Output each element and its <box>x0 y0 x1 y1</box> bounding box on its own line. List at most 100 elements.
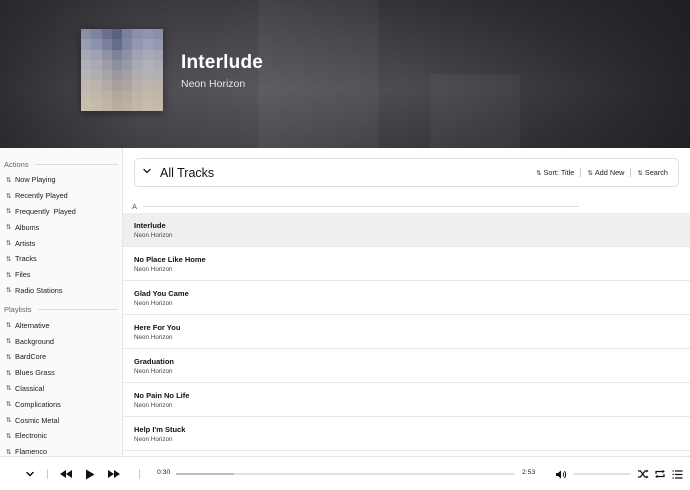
album-art-pixel <box>152 80 163 91</box>
album-art-pixel <box>142 39 153 50</box>
sidebar-section-heading: Actions <box>4 159 29 169</box>
progress-slider[interactable] <box>176 473 515 475</box>
sidebar-item-artists[interactable]: ⇅ Artists <box>0 235 122 251</box>
album-art-pixel <box>152 49 163 60</box>
sort-arrows-icon: ⇅ <box>536 169 542 177</box>
divider <box>580 168 582 177</box>
track-artist: Neon Horizon <box>134 402 173 409</box>
sidebar-item-classical[interactable]: ⇅ Classical <box>0 381 122 397</box>
sort-arrows-icon: ⇅ <box>6 417 12 425</box>
sort-arrows-icon: ⇅ <box>6 369 12 377</box>
track-artist: Neon Horizon <box>134 266 173 273</box>
track-row[interactable]: No Pain No Life Neon Horizon <box>123 383 690 417</box>
sort-arrows-icon: ⇅ <box>6 401 12 409</box>
track-title: Help I'm Stuck <box>134 425 186 434</box>
track-row[interactable]: Help I'm Stuck Neon Horizon <box>123 417 690 451</box>
sidebar-section-playlists: Playlists <box>0 301 122 317</box>
sort-arrows-icon: ⇅ <box>6 385 12 393</box>
sidebar-item-label: Alternative <box>15 320 50 330</box>
volume-icon[interactable] <box>554 457 568 490</box>
sidebar-item-electronic[interactable]: ⇅ Electronic <box>0 428 122 444</box>
track-row[interactable]: Interlude Neon Horizon <box>123 213 690 247</box>
sidebar-item-label: Tracks <box>15 254 37 264</box>
album-art-pixel <box>111 59 122 70</box>
divider <box>47 469 48 479</box>
album-art-pixel <box>101 100 112 111</box>
sort-button[interactable]: ⇅ Sort: Title <box>536 168 574 177</box>
track-artist: Neon Horizon <box>134 436 173 443</box>
album-art-pixel <box>152 59 163 70</box>
track-artist: Neon Horizon <box>134 232 173 239</box>
section-letter-header: A <box>132 201 579 211</box>
section-letter: A <box>132 201 138 211</box>
sidebar-section-heading: Playlists <box>4 304 32 314</box>
album-art-pixel <box>101 39 112 50</box>
sidebar-item-recently-played[interactable]: ⇅ Recently Played <box>0 188 122 204</box>
now-playing-artist[interactable]: Neon Horizon <box>181 78 245 90</box>
sort-arrows-icon: ⇅ <box>6 240 12 248</box>
sort-arrows-icon: ⇅ <box>6 176 12 184</box>
search-button[interactable]: ⇅ Search <box>637 168 668 177</box>
sidebar-item-flamenco[interactable]: ⇅ Flamenco <box>0 444 122 456</box>
album-art-pixel <box>111 39 122 50</box>
album-art-pixel <box>122 49 133 60</box>
chevron-down-icon[interactable] <box>142 166 154 179</box>
sidebar-item-now-playing[interactable]: ⇅ Now Playing <box>0 172 122 188</box>
track-title: No Pain No Life <box>134 391 190 400</box>
play-icon[interactable] <box>82 457 98 490</box>
sidebar-item-blues-grass[interactable]: ⇅ Blues Grass <box>0 365 122 381</box>
shuffle-icon[interactable] <box>636 457 650 490</box>
sidebar-playlists-list: ⇅ Alternative ⇅ Background ⇅ BardCore ⇅ Blues G… <box>0 317 122 456</box>
previous-icon[interactable] <box>57 457 75 490</box>
album-art-pixel <box>132 70 143 81</box>
queue-list-icon[interactable] <box>670 457 684 490</box>
sidebar-item-tracks[interactable]: ⇅ Tracks <box>0 251 122 267</box>
track-row[interactable]: Glad You Came Neon Horizon <box>123 281 690 315</box>
sidebar-item-frequently-played[interactable]: ⇅ Frequently Played <box>0 204 122 220</box>
sidebar-item-label: Files <box>15 270 31 280</box>
album-art-pixel <box>111 29 122 40</box>
album-art-pixel <box>91 59 102 70</box>
sort-arrows-icon: ⇅ <box>6 338 12 346</box>
album-art-pixel <box>152 29 163 40</box>
track-artist: Neon Horizon <box>134 368 173 375</box>
add-new-button[interactable]: ⇅ Add New <box>587 168 624 177</box>
sidebar: Actions ⇅ Now Playing ⇅ Recently Played ⇅ Fre… <box>0 148 123 456</box>
sort-arrows-icon: ⇅ <box>587 169 593 177</box>
sort-arrows-icon: ⇅ <box>6 255 12 263</box>
player-bar: 0:30 2:53 <box>0 456 690 490</box>
track-row[interactable]: No Place Like Home Neon Horizon <box>123 247 690 281</box>
sidebar-item-complications[interactable]: ⇅ Complications <box>0 396 122 412</box>
sidebar-item-radio-stations[interactable]: ⇅ Radio Stations <box>0 283 122 299</box>
chevron-down-icon[interactable] <box>22 457 38 490</box>
sidebar-item-cosmic-metal[interactable]: ⇅ Cosmic Metal <box>0 412 122 428</box>
album-art-pixel <box>132 90 143 101</box>
sidebar-item-background[interactable]: ⇅ Background <box>0 333 122 349</box>
next-icon[interactable] <box>105 457 123 490</box>
sidebar-item-files[interactable]: ⇅ Files <box>0 267 122 283</box>
search-button-label: Search <box>644 168 668 177</box>
sidebar-item-alternative[interactable]: ⇅ Alternative <box>0 317 122 333</box>
sort-arrows-icon: ⇅ <box>6 224 12 232</box>
album-art-pixel <box>91 100 102 111</box>
sidebar-item-bardcore[interactable]: ⇅ BardCore <box>0 349 122 365</box>
album-art-pixel <box>91 80 102 91</box>
track-artist: Neon Horizon <box>134 300 173 307</box>
album-art-pixel <box>142 100 153 111</box>
album-art-pixel <box>122 70 133 81</box>
album-art-pixel <box>142 80 153 91</box>
album-art-pixel <box>111 100 122 111</box>
album-art-pixel <box>142 29 153 40</box>
album-art-pixel <box>91 49 102 60</box>
track-row[interactable]: Graduation Neon Horizon <box>123 349 690 383</box>
track-list: Interlude Neon Horizon No Place Like Home N… <box>123 213 690 451</box>
album-art-pixel <box>81 90 92 101</box>
repeat-icon[interactable] <box>653 457 667 490</box>
divider <box>630 168 632 177</box>
header-backdrop-band <box>258 0 378 148</box>
sidebar-section-actions: Actions <box>0 156 122 172</box>
sidebar-item-albums[interactable]: ⇅ Albums <box>0 219 122 235</box>
volume-slider[interactable] <box>573 473 631 475</box>
track-row[interactable]: Here For You Neon Horizon <box>123 315 690 349</box>
track-title: Glad You Came <box>134 289 189 298</box>
